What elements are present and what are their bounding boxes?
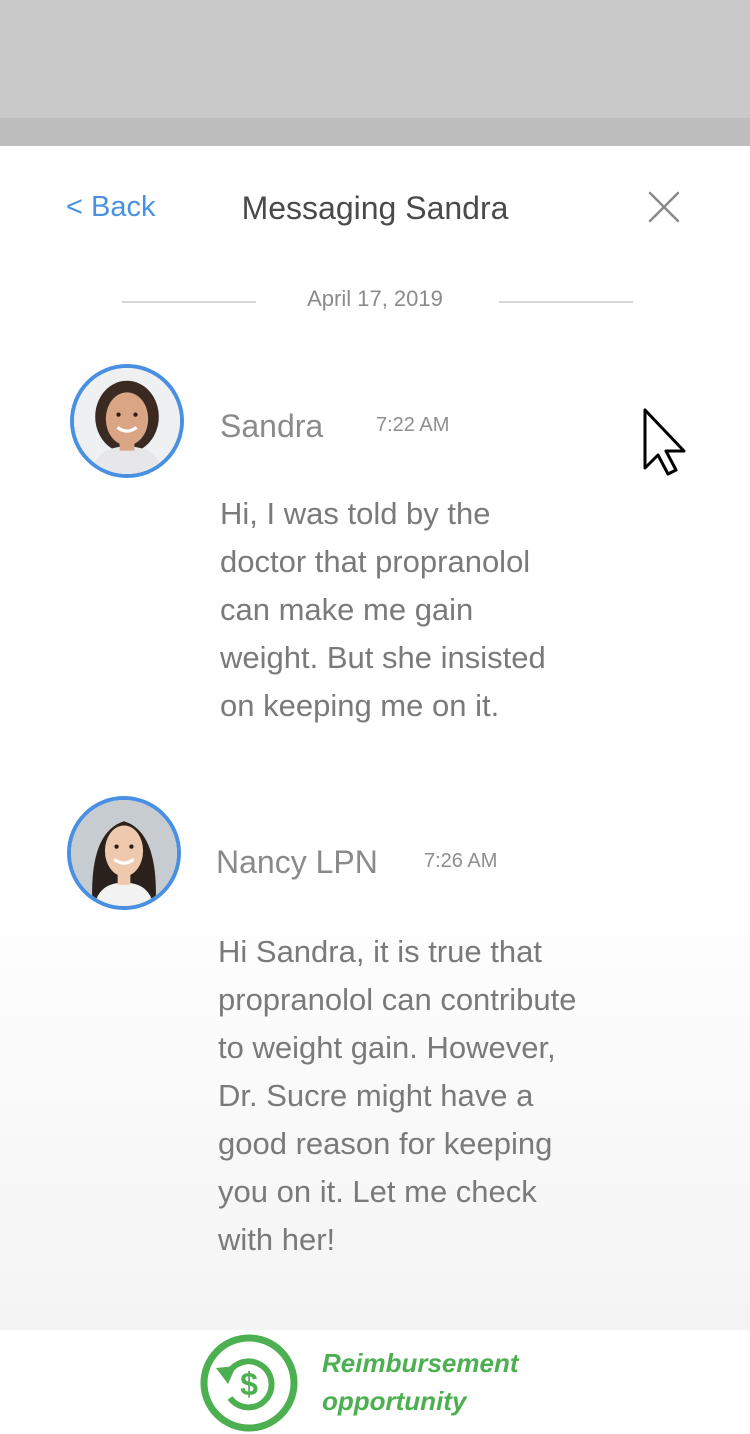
background-overlay	[0, 0, 750, 118]
date-divider: April 17, 2019	[0, 286, 750, 318]
footer-bar: $ Reimbursement opportunity	[0, 1330, 750, 1432]
background-overlay-strip	[0, 118, 750, 146]
sender-name: Sandra	[220, 408, 324, 444]
divider-line-right	[499, 301, 633, 303]
avatar	[70, 364, 184, 478]
message-time: 7:22 AM	[376, 414, 450, 436]
close-icon[interactable]	[645, 188, 683, 226]
sandra-avatar-icon	[74, 368, 180, 474]
messaging-panel: < Back Messaging Sandra April 17, 2019 S…	[0, 146, 750, 1330]
svg-text:$: $	[240, 1366, 258, 1402]
date-label: April 17, 2019	[307, 286, 443, 311]
page-title: Messaging Sandra	[241, 190, 509, 226]
message-text: Hi, I was told by the doctor that propra…	[220, 496, 546, 723]
message-text: Hi Sandra, it is true that propranolol c…	[218, 934, 577, 1257]
message-time: 7:26 AM	[424, 850, 498, 872]
mouse-cursor-icon	[643, 408, 686, 476]
dollar-refresh-icon: $	[200, 1334, 298, 1432]
sender-name: Nancy LPN	[216, 844, 378, 880]
nancy-avatar-icon	[71, 800, 177, 906]
reimbursement-label: Reimbursement opportunity	[322, 1348, 519, 1416]
avatar	[67, 796, 181, 910]
